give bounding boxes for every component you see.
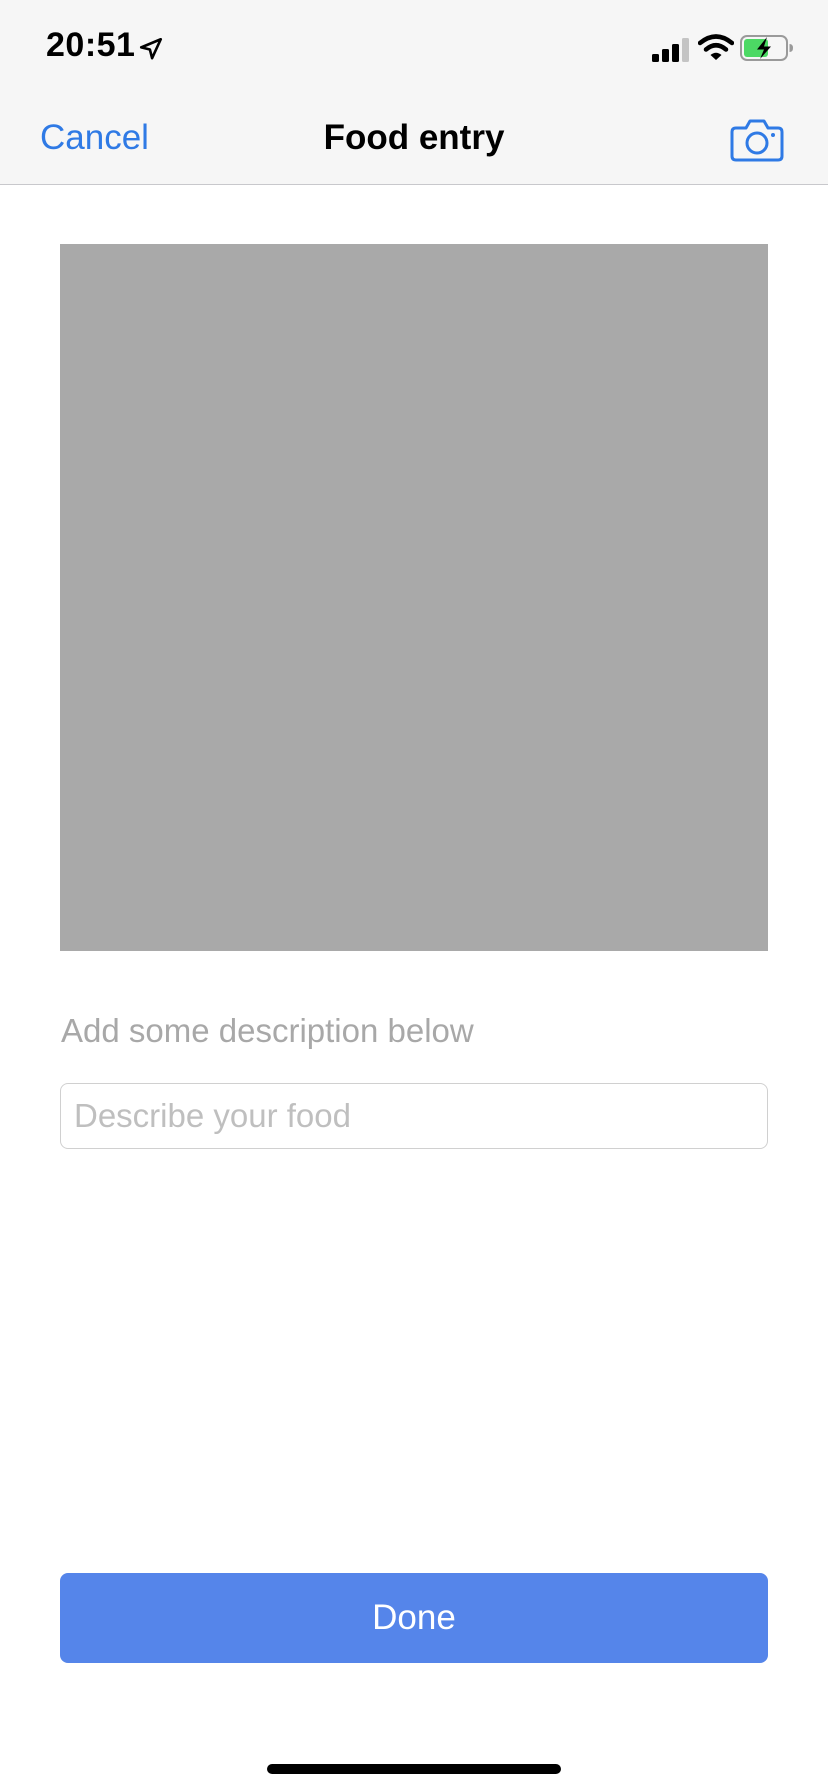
top-bar: 20:51 Cancel Food entry	[0, 0, 828, 185]
food-entry-screen: 20:51 Cancel Food entry Add some descrip…	[0, 0, 828, 1792]
battery-charging-icon	[740, 35, 793, 61]
status-time: 20:51	[46, 26, 136, 64]
camera-icon[interactable]	[730, 118, 784, 162]
food-description-input[interactable]	[60, 1083, 768, 1149]
home-indicator[interactable]	[267, 1764, 561, 1774]
food-photo-placeholder[interactable]	[60, 244, 768, 951]
done-button[interactable]: Done	[60, 1573, 768, 1663]
cellular-signal-icon	[652, 38, 689, 62]
cancel-button[interactable]: Cancel	[40, 118, 149, 158]
wifi-icon	[698, 34, 734, 60]
location-arrow-icon	[139, 37, 163, 60]
description-label: Add some description below	[61, 1012, 474, 1049]
